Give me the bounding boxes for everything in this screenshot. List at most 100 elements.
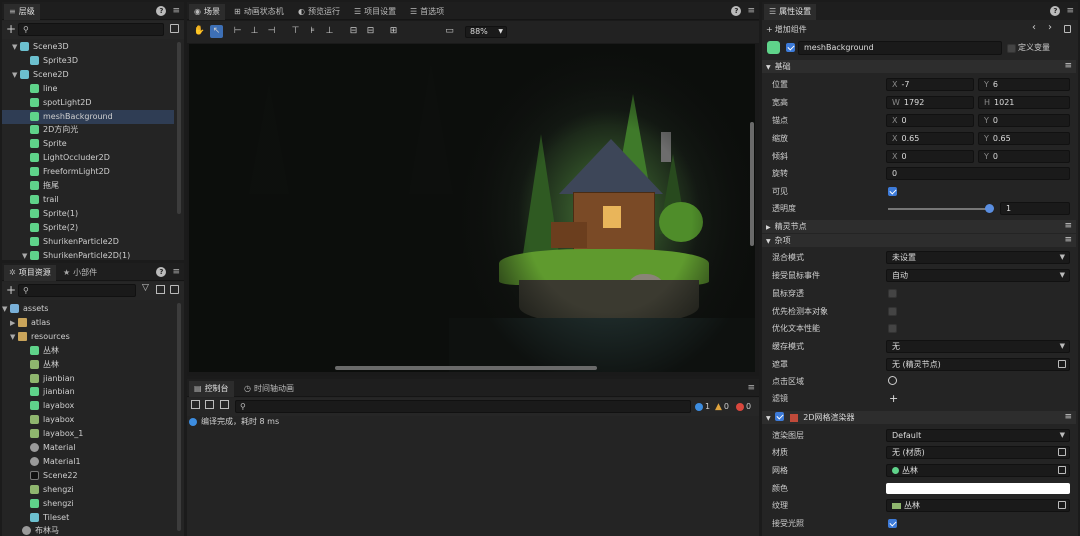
add-component-button[interactable]: + 增加组件 [766, 23, 807, 36]
target-icon[interactable] [888, 376, 897, 385]
tab-inspector[interactable]: ☰ 属性设置 [764, 4, 817, 20]
tab-widgets[interactable]: ★ 小部件 [58, 265, 102, 281]
tab-animator[interactable]: ⊞ 动画状态机 [229, 4, 289, 20]
hierarchy-node[interactable]: FreeformLight2D [2, 165, 174, 179]
hierarchy-node[interactable]: Sprite(1) [2, 207, 174, 221]
menu-icon[interactable]: ≡ [1064, 234, 1072, 247]
material-input[interactable]: 无 (材质) [886, 446, 1070, 459]
anchor-y-input[interactable]: Y0 [978, 114, 1070, 127]
mouse-event-select[interactable]: 自动 ▼ [886, 269, 1070, 282]
menu-icon[interactable]: ≡ [747, 379, 755, 397]
console-search-input[interactable]: ⚲ [235, 400, 691, 413]
section-sprite[interactable]: ▶ 精灵节点 ≡ [762, 220, 1076, 233]
tab-timeline[interactable]: ◷ 时间轴动画 [239, 381, 299, 397]
hierarchy-node[interactable]: meshBackground [2, 109, 174, 124]
menu-icon[interactable]: ≡ [172, 2, 180, 20]
alpha-slider-handle[interactable] [985, 204, 994, 213]
viewport-vertical-scrollbar[interactable] [750, 122, 754, 246]
mask-input[interactable]: 无 (精灵节点) [886, 358, 1070, 371]
text-optimize-checkbox[interactable] [888, 324, 897, 333]
menu-icon[interactable]: ≡ [172, 263, 180, 281]
help-icon[interactable]: ? [1050, 6, 1061, 16]
custom-variable-checkbox[interactable] [1007, 44, 1016, 53]
alpha-slider-track[interactable] [888, 208, 990, 210]
color-swatch[interactable] [886, 483, 1070, 494]
clear-icon[interactable] [191, 400, 200, 409]
hierarchy-search-input[interactable]: ⚲ [18, 23, 164, 36]
anchor-x-input[interactable]: X0 [886, 114, 974, 127]
assets-scrollbar[interactable] [177, 303, 181, 531]
asset-item[interactable]: ▼ assets [2, 302, 174, 316]
hit-test-first-checkbox[interactable] [888, 307, 897, 316]
texture-input[interactable]: 丛林 [886, 499, 1070, 512]
grid-icon[interactable]: ⊞ [387, 25, 400, 38]
align-top-icon[interactable]: ⊤ [289, 25, 302, 38]
collapse-icon[interactable] [220, 400, 229, 409]
asset-item[interactable]: ▼ resources [2, 330, 174, 344]
asset-item[interactable]: layabox_1 [2, 427, 174, 441]
add-filter-icon[interactable]: + [889, 390, 898, 407]
asset-item[interactable]: Material1 [2, 455, 174, 469]
asset-item[interactable]: 丛林 [2, 358, 174, 372]
tab-hierarchy[interactable]: ≡ 层级 [4, 4, 40, 20]
asset-item[interactable]: 丛林 [2, 344, 174, 358]
mesh-input[interactable]: 丛林 [886, 464, 1070, 477]
chevron-right-icon[interactable]: › [1048, 22, 1052, 33]
menu-icon[interactable]: ≡ [1064, 60, 1072, 73]
hierarchy-node[interactable]: Sprite3D [2, 54, 174, 68]
section-misc[interactable]: ▼ 杂项 ≡ [762, 234, 1076, 247]
section-mesh-renderer[interactable]: ▼ 2D网格渲染器 ≡ [762, 411, 1076, 424]
copy-icon[interactable] [170, 285, 179, 294]
mesh-renderer-enabled-checkbox[interactable] [775, 412, 785, 421]
link-icon[interactable] [1058, 360, 1066, 368]
align-middle-icon[interactable]: ⊧ [306, 25, 319, 38]
rotation-input[interactable]: 0 [886, 167, 1070, 180]
select-tool-icon[interactable]: ↖ [210, 25, 223, 38]
menu-icon[interactable]: ≡ [747, 2, 755, 20]
width-input[interactable]: W 1792 [886, 96, 974, 109]
lock-icon[interactable] [205, 400, 214, 409]
hierarchy-node[interactable]: LightOccluder2D [2, 151, 174, 165]
help-icon[interactable]: ? [156, 6, 167, 16]
distribute-h-icon[interactable]: ⊟ [347, 25, 360, 38]
hierarchy-node[interactable]: ▼ ShurikenParticle2D(1) [2, 249, 174, 261]
expand-arrow-icon[interactable]: ▼ [12, 40, 20, 54]
position-y-input[interactable]: Y6 [978, 78, 1070, 91]
chat-icon[interactable]: ▭ [443, 25, 456, 38]
skew-y-input[interactable]: Y0 [978, 150, 1070, 163]
hierarchy-scrollbar[interactable] [177, 42, 181, 214]
hierarchy-node[interactable]: trail [2, 193, 174, 207]
lock-icon[interactable] [1064, 25, 1071, 33]
node-active-checkbox[interactable] [786, 43, 795, 52]
receive-light-checkbox[interactable] [888, 519, 897, 528]
viewport-horizontal-scrollbar[interactable] [335, 366, 597, 370]
asset-item[interactable]: shengzi [2, 497, 174, 511]
hierarchy-node[interactable]: ▼ Scene2D [2, 68, 174, 82]
scale-y-input[interactable]: Y 0.65 [978, 132, 1070, 145]
hierarchy-node[interactable]: spotLight2D [2, 96, 174, 110]
tab-project-assets[interactable]: ✲ 项目资源 [4, 265, 56, 281]
hand-tool-icon[interactable]: ✋ [193, 25, 206, 38]
link-icon[interactable] [1058, 448, 1066, 456]
asset-item[interactable]: 布林马 [2, 524, 174, 536]
asset-item[interactable]: jianbian [2, 385, 174, 399]
expand-arrow-icon[interactable]: ▼ [22, 249, 30, 261]
tab-preview[interactable]: ◐ 预览运行 [293, 4, 345, 20]
asset-item[interactable]: Material [2, 441, 174, 455]
info-filter[interactable]: 1 [695, 400, 713, 413]
hierarchy-node[interactable]: ▼ Scene3D [2, 40, 174, 54]
mouse-through-checkbox[interactable] [888, 289, 897, 298]
copy-icon[interactable] [170, 24, 179, 33]
expand-arrow-icon[interactable]: ▼ [2, 302, 10, 316]
blend-select[interactable]: 未设置 ▼ [886, 251, 1070, 264]
height-input[interactable]: H 1021 [978, 96, 1070, 109]
align-right-icon[interactable]: ⊣ [265, 25, 278, 38]
visible-checkbox[interactable] [888, 187, 897, 196]
asset-item[interactable]: Scene22 [2, 469, 174, 483]
link-icon[interactable] [1058, 501, 1066, 509]
scale-x-input[interactable]: X 0.65 [886, 132, 974, 145]
hierarchy-node[interactable]: 2D方向光 [2, 123, 174, 137]
hierarchy-node[interactable]: Sprite [2, 137, 174, 151]
tab-project-settings[interactable]: ☰ 项目设置 [349, 4, 401, 20]
filter-icon[interactable]: ▽ [142, 283, 149, 293]
